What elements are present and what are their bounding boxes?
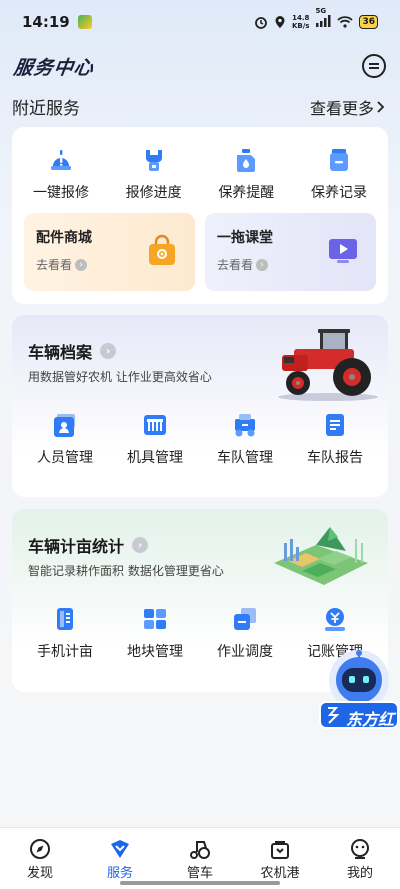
app-notification-icon	[77, 15, 92, 29]
wrench-icon	[145, 150, 162, 171]
bag-icon	[271, 841, 289, 859]
tab-machinery-port[interactable]: 农机港	[240, 828, 320, 889]
nearby-services-header: 附近服务 查看更多	[12, 94, 386, 119]
tab-profile[interactable]: 我的	[320, 828, 400, 889]
wifi-icon	[337, 16, 354, 28]
alert-icon	[51, 150, 71, 170]
assistant-robot-button[interactable]: 东方红	[318, 646, 400, 732]
area-stats-title[interactable]: 车辆计亩统计 ›	[28, 533, 149, 557]
page-header: 服务中心	[12, 50, 386, 82]
quick-service-repair-progress[interactable]: 报修进度	[109, 146, 199, 202]
tab-service[interactable]: 服务	[80, 828, 160, 889]
chevron-right-icon: ›	[100, 343, 117, 359]
message-button[interactable]	[362, 54, 386, 78]
shopping-bag-icon	[149, 234, 175, 265]
quick-service-maintenance-record[interactable]: 保养记录	[294, 146, 384, 202]
signal-icon: 5G	[315, 7, 331, 30]
tractor-icon	[190, 841, 210, 859]
vehicle-archive-title[interactable]: 车辆档案 ›	[28, 339, 117, 363]
farmland-illustration	[274, 527, 368, 585]
battery-indicator: 36	[359, 15, 378, 29]
chevron-right-icon: ›	[75, 258, 88, 271]
area-stats-subtitle: 智能记录耕作面积 数据化管理更省心	[28, 564, 224, 578]
fleet-icon	[235, 414, 255, 437]
parts-mall-card[interactable]: 配件商城 去看看 ›	[24, 213, 195, 291]
plot-icon	[144, 609, 166, 629]
phone-measure-icon	[57, 608, 73, 630]
oil-can-icon	[237, 149, 256, 172]
work-dispatch[interactable]: 作业调度	[200, 605, 290, 661]
bottom-tab-bar: 发现 服务 管车 农机港 我的	[0, 827, 400, 889]
implement-management[interactable]: 机具管理	[110, 411, 200, 467]
plot-management[interactable]: 地块管理	[110, 605, 200, 661]
fleet-report[interactable]: 车队报告	[290, 411, 380, 467]
chevron-right-icon: ›	[256, 258, 269, 271]
quick-service-repair[interactable]: 一键报修	[16, 146, 106, 202]
report-icon	[326, 414, 344, 436]
yituo-classroom-card[interactable]: 一拖课堂 去看看 ›	[205, 213, 376, 291]
alarm-icon	[255, 17, 267, 29]
view-more-link[interactable]: 查看更多	[310, 95, 386, 119]
home-indicator	[120, 881, 280, 885]
network-speed: 14.8 KB/s	[291, 14, 310, 30]
service-icon	[111, 840, 129, 858]
vehicle-archive-subtitle: 用数据管好农机 让作业更高效省心	[28, 370, 212, 384]
tab-discover[interactable]: 发现	[0, 828, 80, 889]
chevron-right-icon: ›	[132, 537, 149, 553]
profile-icon	[351, 839, 369, 859]
status-time: 14:19	[22, 13, 70, 31]
tab-vehicle[interactable]: 管车	[160, 828, 240, 889]
assistant-brand-label: 东方红	[346, 710, 395, 729]
chevron-right-icon	[377, 100, 385, 113]
personnel-management[interactable]: 人员管理	[20, 411, 110, 467]
tractor-illustration	[278, 329, 378, 401]
record-icon	[329, 149, 348, 171]
phone-area-measure[interactable]: 手机计亩	[20, 605, 110, 661]
quick-service-maintenance-reminder[interactable]: 保养提醒	[201, 146, 291, 202]
dispatch-icon	[234, 608, 256, 630]
fleet-management[interactable]: 车队管理	[200, 411, 290, 467]
page-title: 服务中心	[12, 56, 96, 79]
video-play-icon	[329, 239, 357, 263]
person-card-icon	[54, 414, 75, 437]
nearby-services-card: 一键报修 报修进度 保养提醒 保养记录 配件商城 去看看 › 一拖课堂 去看看 ›	[12, 127, 388, 304]
nearby-services-title: 附近服务	[12, 99, 80, 119]
vehicle-archive-card: 车辆档案 › 用数据管好农机 让作业更高效省心 人员管理 机具管理 车队管理 车…	[12, 315, 388, 497]
status-bar: 14:19 14.8 KB/s 5G 36	[0, 0, 400, 44]
accounting-icon	[325, 608, 345, 631]
implement-icon	[144, 415, 166, 435]
compass-icon	[30, 839, 50, 859]
location-icon	[275, 16, 285, 28]
message-icon	[369, 63, 379, 65]
